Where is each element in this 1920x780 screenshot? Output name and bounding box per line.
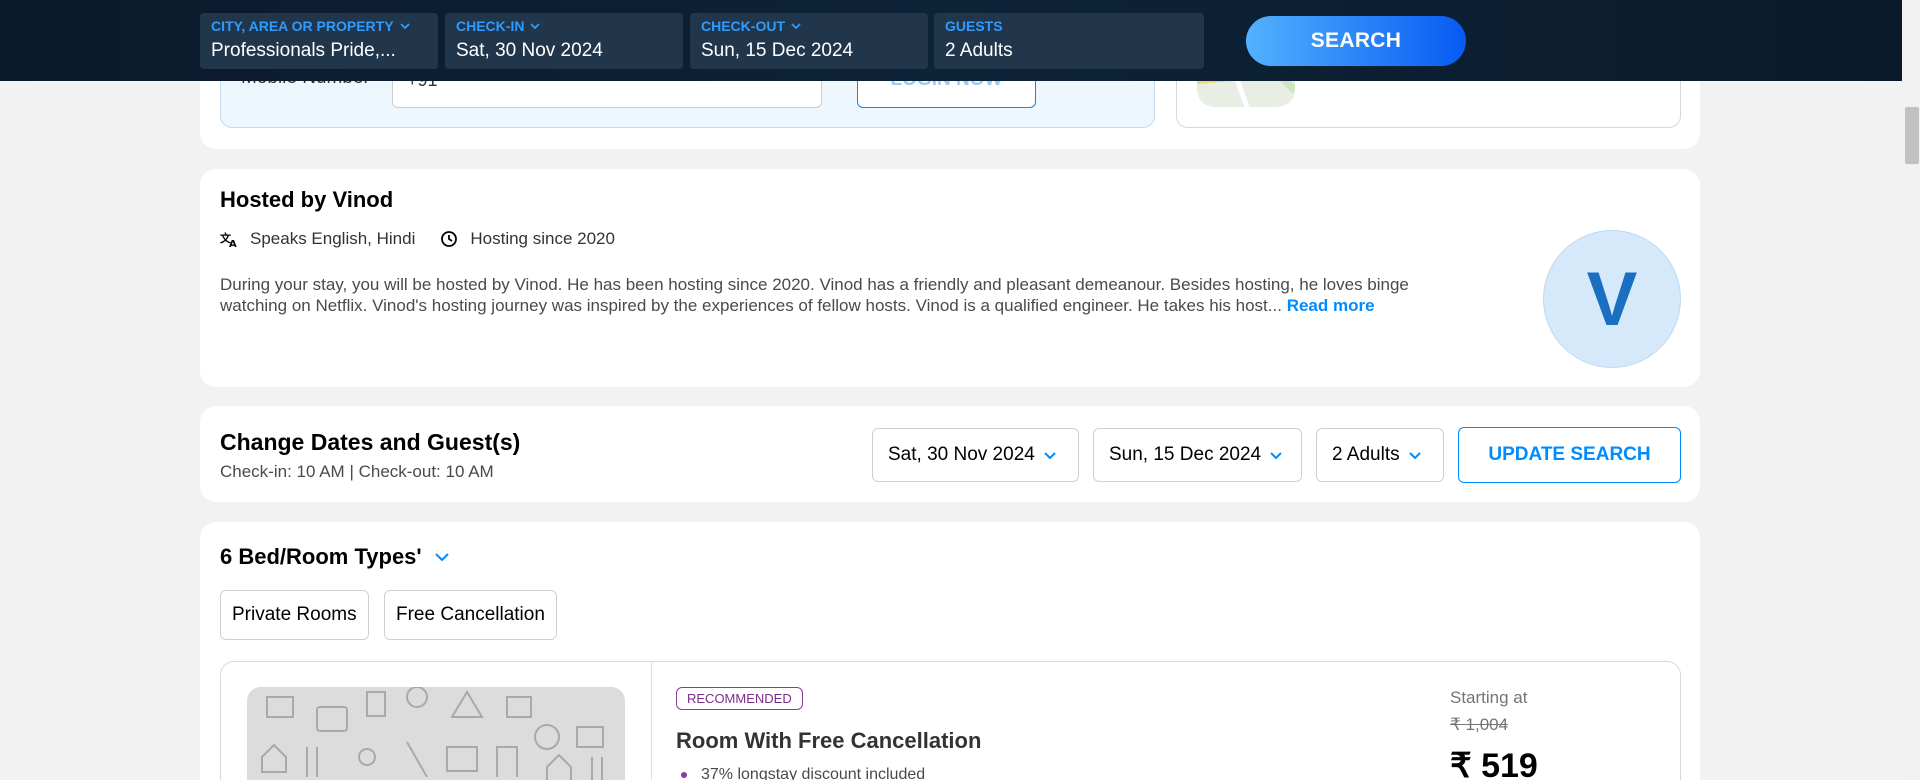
host-meta: 文 A Speaks English, Hindi Hosting since … [220,229,640,249]
chevron-down-icon [434,553,449,562]
guests-field[interactable]: GUESTS 2 Adults [934,13,1204,69]
chevron-down-icon [530,23,541,30]
checkin-label: CHECK-IN [456,17,672,35]
checkout-value: Sun, 15 Dec 2024 [701,40,854,61]
top-search-bar: CITY, AREA OR PROPERTY Professionals Pri… [0,0,1902,81]
checkin-field[interactable]: CHECK-IN Sat, 30 Nov 2024 [445,13,683,69]
filter-free-cancellation[interactable]: Free Cancellation [384,590,557,640]
chevron-down-icon [1270,452,1282,460]
chevron-down-icon [1408,452,1421,460]
page-scrollbar[interactable] [1902,0,1920,780]
scrollbar-thumb[interactable] [1905,107,1919,164]
chevron-down-icon [399,23,410,30]
host-card: Hosted by Vinod 文 A Speaks English, Hind… [200,169,1700,387]
avatar: V [1543,230,1681,368]
checkout-label: CHECK-OUT [701,17,917,35]
chevron-down-icon [791,23,801,30]
update-search-button[interactable]: UPDATE SEARCH [1458,427,1681,483]
discounted-price: ₹ 519 [1450,747,1538,780]
room-placeholder-icons [247,687,625,780]
host-title: Hosted by Vinod [220,187,394,212]
room-types-title: 6 Bed/Room Types' [220,544,422,569]
search-button[interactable]: SEARCH [1246,16,1466,66]
host-since: Hosting since 2020 [440,229,615,249]
svg-text:A: A [229,239,237,248]
room-feature: 37% longstay discount included [681,766,925,780]
location-field[interactable]: CITY, AREA OR PROPERTY Professionals Pri… [200,13,438,69]
host-description: During your stay, you will be hosted by … [220,275,1409,315]
checkin-checkout-times: Check-in: 10 AM | Check-out: 10 AM [220,462,494,481]
translate-icon: 文 A [220,231,237,248]
location-value: Professionals Pride,... [211,40,396,61]
filter-private-rooms[interactable]: Private Rooms [220,590,369,640]
read-more-link[interactable]: Read more [1287,296,1375,315]
checkin-value: Sat, 30 Nov 2024 [456,40,603,61]
divider [651,662,652,780]
starting-at-label: Starting at [1450,688,1528,707]
recommended-badge: RECOMMENDED [676,687,803,710]
host-languages: 文 A Speaks English, Hindi [220,229,416,248]
chevron-down-icon [1044,452,1056,460]
checkout-dropdown[interactable]: Sun, 15 Dec 2024 [1093,428,1302,482]
guests-value: 2 Adults [945,40,1013,61]
change-dates-card: Change Dates and Guest(s) Check-in: 10 A… [200,406,1700,502]
guests-dropdown[interactable]: 2 Adults [1316,428,1444,482]
room-types-toggle[interactable]: 6 Bed/Room Types' [220,544,450,570]
room-card[interactable]: RECOMMENDED Room With Free Cancellation … [220,661,1681,780]
original-price: ₹ 1,004 [1450,715,1509,734]
checkout-field[interactable]: CHECK-OUT Sun, 15 Dec 2024 [690,13,928,69]
room-image-placeholder [247,687,625,780]
room-types-card: 6 Bed/Room Types' Private Rooms Free Can… [200,522,1700,780]
room-name[interactable]: Room With Free Cancellation [676,728,981,754]
guests-label: GUESTS [945,18,1003,34]
location-label: CITY, AREA OR PROPERTY [211,17,427,35]
clock-icon [441,231,458,247]
change-dates-title: Change Dates and Guest(s) [220,429,521,455]
bullet-icon [681,772,687,778]
checkin-dropdown[interactable]: Sat, 30 Nov 2024 [872,428,1079,482]
